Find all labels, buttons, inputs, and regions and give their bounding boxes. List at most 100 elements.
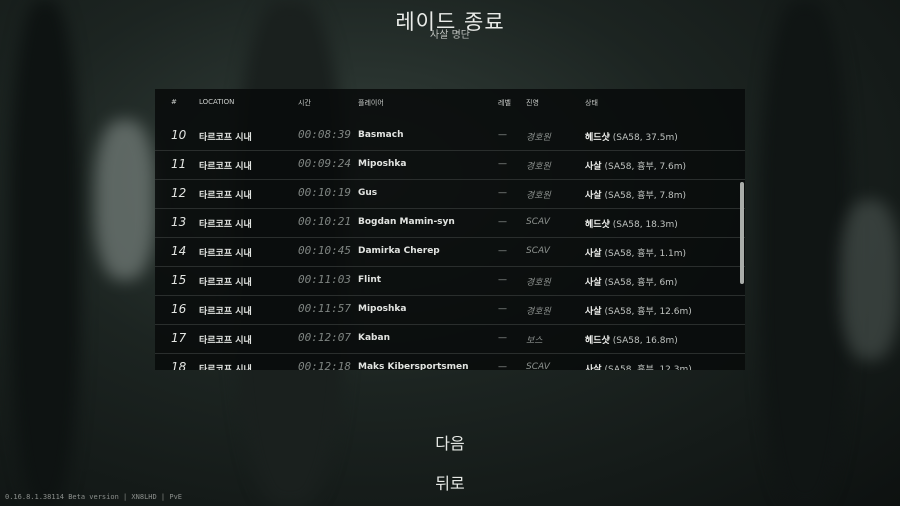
row-status-detail: (SA58, 37.5m) xyxy=(612,133,678,143)
back-button[interactable]: 뒤로 xyxy=(0,470,900,494)
row-number: 13 xyxy=(171,215,187,229)
row-location: 타르코프 시내 xyxy=(199,336,252,346)
row-side: 경호원 xyxy=(526,307,551,317)
table-row: 14 타르코프 시내 00:10:45 Damirka Cherep — SCAV 사살 (… xyxy=(155,238,745,267)
row-status: 사살 (SA58, 흉부, 12.3m) xyxy=(585,362,692,370)
row-status-main: 사살 xyxy=(585,162,602,172)
row-player: Maks Kibersportsmen xyxy=(358,362,469,370)
row-status: 헤드샷 (SA58, 16.8m) xyxy=(585,333,678,346)
row-side: 경호원 xyxy=(526,133,551,143)
row-status-detail: (SA58, 흉부, 12.3m) xyxy=(604,365,692,370)
row-location: 타르코프 시내 xyxy=(199,191,252,201)
page-subtitle: 사살 명단 xyxy=(430,30,470,41)
column-header-number: # xyxy=(171,98,177,106)
row-number: 18 xyxy=(171,360,187,370)
row-location: 타르코프 시내 xyxy=(199,162,252,172)
row-location: 타르코프 시내 xyxy=(199,278,252,288)
row-time: 00:09:24 xyxy=(298,157,351,170)
row-level: — xyxy=(498,217,507,227)
table-row: 17 타르코프 시내 00:12:07 Kaban — 보스 헤드샷 (SA58, 16.8… xyxy=(155,325,745,354)
row-time: 00:10:19 xyxy=(298,186,351,199)
row-status-main: 헤드샷 xyxy=(585,336,610,346)
row-status-main: 사살 xyxy=(585,365,602,370)
row-status: 헤드샷 (SA58, 18.3m) xyxy=(585,217,678,230)
column-header-player: 플레이어 xyxy=(358,99,384,107)
kill-list-rows: 10 타르코프 시내 00:08:39 Basmach — 경호원 헤드샷 (SA58, 3… xyxy=(155,122,745,370)
column-header-status: 상태 xyxy=(585,99,598,107)
row-status-detail: (SA58, 18.3m) xyxy=(612,220,678,230)
row-number: 17 xyxy=(171,331,187,345)
row-location: 타르코프 시내 xyxy=(199,365,252,370)
row-status: 사살 (SA58, 흉부, 6m) xyxy=(585,275,677,288)
row-number: 11 xyxy=(171,157,187,171)
row-level: — xyxy=(498,159,507,169)
row-location: 타르코프 시내 xyxy=(199,220,252,230)
row-status-main: 사살 xyxy=(585,191,602,201)
column-header-time: 시간 xyxy=(298,99,311,107)
row-status-main: 헤드샷 xyxy=(585,133,610,143)
background-tree xyxy=(840,200,900,360)
kill-list-panel: # LOCATION 시간 플레이어 레벨 진영 상태 10 타르코프 시내 00:… xyxy=(155,89,745,370)
row-player: Miposhka xyxy=(358,304,407,314)
scrollbar-thumb[interactable] xyxy=(740,182,744,284)
row-time: 00:10:21 xyxy=(298,215,351,228)
row-side: 경호원 xyxy=(526,191,551,201)
row-player: Basmach xyxy=(358,130,404,140)
row-status-detail: (SA58, 16.8m) xyxy=(612,336,678,346)
row-time: 00:11:57 xyxy=(298,302,351,315)
table-row: 12 타르코프 시내 00:10:19 Gus — 경호원 사살 (SA58, 흉부, 7.… xyxy=(155,180,745,209)
row-time: 00:11:03 xyxy=(298,273,351,286)
row-status: 사살 (SA58, 흉부, 7.8m) xyxy=(585,188,686,201)
row-time: 00:08:39 xyxy=(298,128,351,141)
row-status-detail: (SA58, 흉부, 7.8m) xyxy=(604,191,687,201)
table-row: 11 타르코프 시내 00:09:24 Miposhka — 경호원 사살 (SA58, 흉… xyxy=(155,151,745,180)
table-row: 10 타르코프 시내 00:08:39 Basmach — 경호원 헤드샷 (SA58, 3… xyxy=(155,122,745,151)
row-number: 14 xyxy=(171,244,187,258)
row-status-main: 사살 xyxy=(585,307,602,317)
row-time: 00:10:45 xyxy=(298,244,351,257)
row-side: 경호원 xyxy=(526,162,551,172)
row-status-main: 헤드샷 xyxy=(585,220,610,230)
row-location: 타르코프 시내 xyxy=(199,249,252,259)
row-level: — xyxy=(498,304,507,314)
row-status-main: 사살 xyxy=(585,278,602,288)
row-status-main: 사살 xyxy=(585,249,602,259)
row-status-detail: (SA58, 흉부, 6m) xyxy=(604,278,678,288)
column-header-side: 진영 xyxy=(526,99,539,107)
row-status: 헤드샷 (SA58, 37.5m) xyxy=(585,130,678,143)
row-player: Gus xyxy=(358,188,378,198)
row-number: 16 xyxy=(171,302,187,316)
next-button[interactable]: 다음 xyxy=(0,430,900,454)
row-number: 10 xyxy=(171,128,187,142)
row-player: Bogdan Mamin-syn xyxy=(358,217,455,227)
row-side: SCAV xyxy=(526,217,550,227)
row-side: SCAV xyxy=(526,362,550,370)
row-player: Damirka Cherep xyxy=(358,246,440,256)
row-number: 12 xyxy=(171,186,187,200)
row-time: 00:12:18 xyxy=(298,360,351,370)
table-row: 15 타르코프 시내 00:11:03 Flint — 경호원 사살 (SA58, 흉부, … xyxy=(155,267,745,296)
version-label: 0.16.8.1.38114 Beta version | XN8LHD | P… xyxy=(5,493,183,501)
row-status-detail: (SA58, 흉부, 1.1m) xyxy=(604,249,687,259)
row-level: — xyxy=(498,362,507,370)
row-player: Kaban xyxy=(358,333,390,343)
row-status: 사살 (SA58, 흉부, 1.1m) xyxy=(585,246,686,259)
row-level: — xyxy=(498,333,507,343)
table-row: 18 타르코프 시내 00:12:18 Maks Kibersportsmen — SCA… xyxy=(155,354,745,370)
row-side: 보스 xyxy=(526,336,543,346)
row-location: 타르코프 시내 xyxy=(199,307,252,317)
row-status: 사살 (SA58, 흉부, 12.6m) xyxy=(585,304,692,317)
row-number: 15 xyxy=(171,273,187,287)
row-side: SCAV xyxy=(526,246,550,256)
row-side: 경호원 xyxy=(526,278,551,288)
column-header-level: 레벨 xyxy=(498,99,511,107)
row-level: — xyxy=(498,188,507,198)
row-status-detail: (SA58, 흉부, 12.6m) xyxy=(604,307,692,317)
row-level: — xyxy=(498,275,507,285)
row-level: — xyxy=(498,246,507,256)
row-status-detail: (SA58, 흉부, 7.6m) xyxy=(604,162,687,172)
table-row: 16 타르코프 시내 00:11:57 Miposhka — 경호원 사살 (SA58, 흉… xyxy=(155,296,745,325)
row-player: Miposhka xyxy=(358,159,407,169)
column-header-location: LOCATION xyxy=(199,98,235,106)
row-time: 00:12:07 xyxy=(298,331,351,344)
